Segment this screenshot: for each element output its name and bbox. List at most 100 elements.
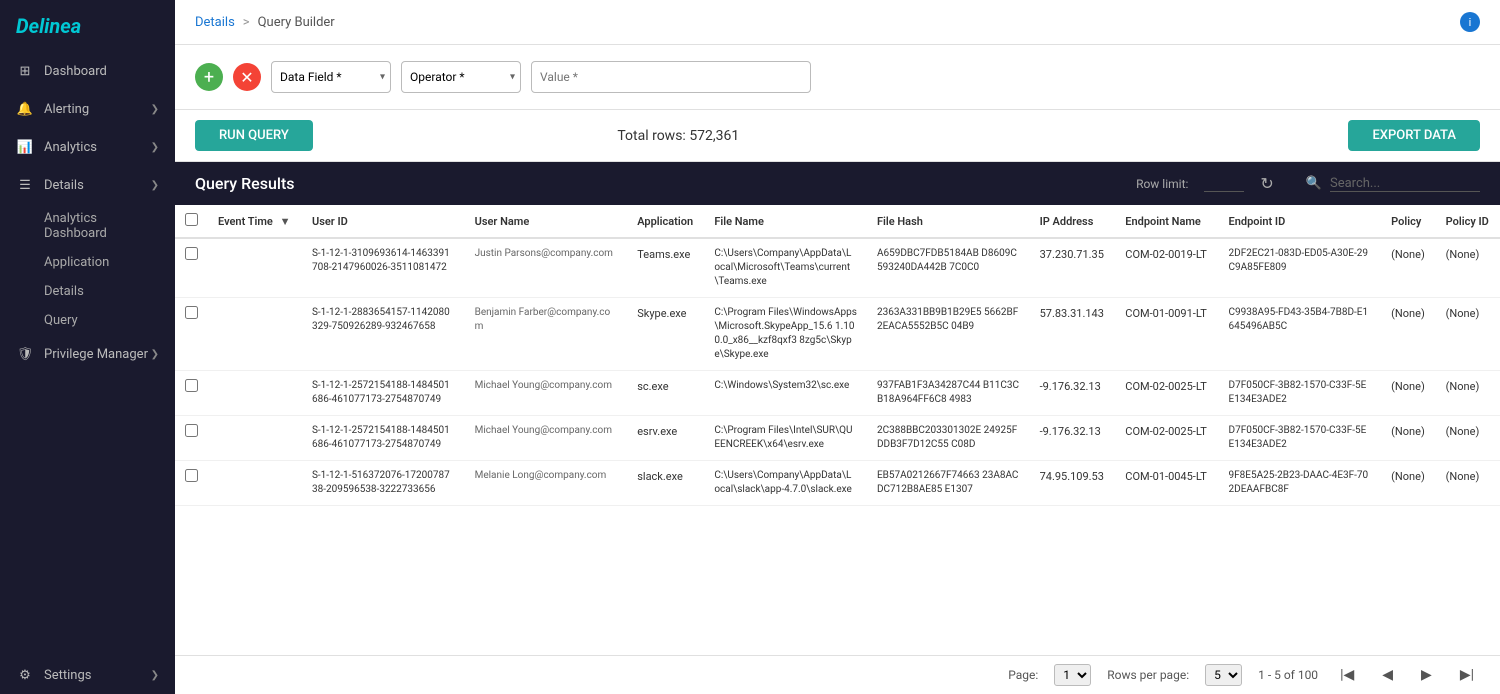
cell-policy-0: (None) — [1381, 238, 1436, 298]
chevron-privilege: ❯ — [151, 349, 159, 360]
operator-select[interactable]: Operator * — [401, 61, 521, 93]
table-row: S-1-12-1-2572154188-1484501686-461077173… — [175, 416, 1500, 461]
value-input[interactable] — [531, 61, 811, 93]
cell-file-name-2: C:\Windows\System32\sc.exe — [704, 371, 867, 416]
cell-user-name-1: Benjamin Farber@company.com — [465, 298, 628, 371]
run-query-button[interactable]: RUN QUERY — [195, 120, 313, 151]
col-ip-address: IP Address — [1030, 205, 1116, 238]
details-icon: ☰ — [16, 176, 34, 194]
row-checkbox-cell — [175, 298, 208, 371]
cell-application-2: sc.exe — [627, 371, 704, 416]
table-wrap: Event Time ▼ User ID User Name Applicati… — [175, 205, 1500, 655]
cell-policy-id-1: (None) — [1436, 298, 1500, 371]
add-filter-button[interactable]: + — [195, 63, 223, 91]
sidebar-sub-details[interactable]: Details — [0, 277, 175, 306]
cell-file-hash-2: 937FAB1F3A34287C44 B11C3CB18A964FF6C8 49… — [867, 371, 1030, 416]
col-file-hash: File Hash — [867, 205, 1030, 238]
next-page-button[interactable]: ▶ — [1415, 665, 1438, 685]
data-field-select-wrap: Data Field * — [271, 61, 391, 93]
cell-endpoint-id-1: C9938A95-FD43-35B4-7B8D-E1645496AB5C — [1219, 298, 1382, 371]
col-policy-id: Policy ID — [1436, 205, 1500, 238]
data-field-select[interactable]: Data Field * — [271, 61, 391, 93]
cell-endpoint-name-4: COM-01-0045-LT — [1115, 461, 1218, 506]
col-user-id: User ID — [302, 205, 465, 238]
chevron-alerting: ❯ — [151, 104, 159, 115]
last-page-button[interactable]: ▶| — [1454, 665, 1480, 685]
table-row: S-1-12-1-2883654157-1142080329-750926289… — [175, 298, 1500, 371]
cell-ip-address-1: 57.83.31.143 — [1030, 298, 1116, 371]
cell-user-id-2: S-1-12-1-2572154188-1484501686-461077173… — [302, 371, 465, 416]
row-checkbox-1[interactable] — [185, 306, 198, 319]
cell-event-time-2 — [208, 371, 302, 416]
cell-application-0: Teams.exe — [627, 238, 704, 298]
breadcrumb-current: Query Builder — [258, 15, 335, 30]
prev-page-button[interactable]: ◀ — [1376, 665, 1399, 685]
remove-filter-button[interactable]: ✕ — [233, 63, 261, 91]
page-select[interactable]: 1 — [1054, 664, 1091, 686]
row-checkbox-cell — [175, 238, 208, 298]
sidebar-item-analytics[interactable]: 📊 Analytics ❯ — [0, 128, 175, 166]
export-data-button[interactable]: EXPORT DATA — [1348, 120, 1480, 151]
cell-ip-address-2: -9.176.32.13 — [1030, 371, 1116, 416]
cell-application-4: slack.exe — [627, 461, 704, 506]
results-title: Query Results — [195, 174, 295, 193]
cell-endpoint-id-4: 9F8E5A25-2B23-DAAC-4E3F-702DEAAFBC8F — [1219, 461, 1382, 506]
row-checkbox-2[interactable] — [185, 379, 198, 392]
rows-per-page-select[interactable]: 5 — [1205, 664, 1242, 686]
search-input[interactable] — [1330, 176, 1480, 192]
first-page-button[interactable]: |◀ — [1334, 665, 1360, 685]
table-row: S-1-12-1-2572154188-1484501686-461077173… — [175, 371, 1500, 416]
info-icon[interactable]: i — [1460, 12, 1480, 32]
table-row: S-1-12-1-3109693614-1463391708-214796002… — [175, 238, 1500, 298]
col-endpoint-name: Endpoint Name — [1115, 205, 1218, 238]
sidebar-item-privilege-manager[interactable]: 🛡 Privilege Manager ❯ — [0, 335, 175, 373]
cell-policy-4: (None) — [1381, 461, 1436, 506]
operator-select-wrap: Operator * — [401, 61, 521, 93]
chevron-analytics: ❯ — [151, 142, 159, 153]
row-checkbox-3[interactable] — [185, 424, 198, 437]
cell-endpoint-id-2: D7F050CF-3B82-1570-C33F-5EE134E3ADE2 — [1219, 371, 1382, 416]
results-header: Query Results Row limit: 100 ↻ 🔍 — [175, 162, 1500, 205]
cell-user-id-0: S-1-12-1-3109693614-1463391708-214796002… — [302, 238, 465, 298]
cell-file-name-0: C:\Users\Company\AppData\Local\Microsoft… — [704, 238, 867, 298]
cell-event-time-1 — [208, 298, 302, 371]
cell-ip-address-3: -9.176.32.13 — [1030, 416, 1116, 461]
sidebar-sub-analytics-dashboard[interactable]: Analytics Dashboard — [0, 204, 175, 248]
cell-application-1: Skype.exe — [627, 298, 704, 371]
action-bar: RUN QUERY Total rows: 572,361 EXPORT DAT… — [175, 110, 1500, 162]
cell-event-time-0 — [208, 238, 302, 298]
cell-event-time-3 — [208, 416, 302, 461]
sidebar-sub-application[interactable]: Application — [0, 248, 175, 277]
sidebar-item-alerting[interactable]: 🔔 Alerting ❯ — [0, 90, 175, 128]
row-limit-input[interactable]: 100 — [1204, 175, 1244, 192]
row-checkbox-4[interactable] — [185, 469, 198, 482]
row-checkbox-0[interactable] — [185, 247, 198, 260]
sidebar-item-dashboard[interactable]: ⊞ Dashboard — [0, 52, 175, 90]
col-endpoint-id: Endpoint ID — [1219, 205, 1382, 238]
sidebar-sub-query[interactable]: Query — [0, 306, 175, 335]
sidebar: Delinea ⊞ Dashboard 🔔 Alerting ❯ 📊 Analy… — [0, 0, 175, 694]
page-range-info: 1 - 5 of 100 — [1258, 668, 1318, 682]
breadcrumb-parent[interactable]: Details — [195, 15, 235, 30]
cell-policy-id-0: (None) — [1436, 238, 1500, 298]
dashboard-icon: ⊞ — [16, 62, 34, 80]
cell-policy-id-4: (None) — [1436, 461, 1500, 506]
results-section: Query Results Row limit: 100 ↻ 🔍 Event T… — [175, 162, 1500, 694]
topbar: Details > Query Builder i — [175, 0, 1500, 45]
main-content: Details > Query Builder i + ✕ Data Field… — [175, 0, 1500, 694]
rows-per-page-label: Rows per page: — [1107, 668, 1189, 682]
cell-file-hash-0: A659DBC7FDB5184AB D8609C593240DA442B 7C0… — [867, 238, 1030, 298]
col-policy: Policy — [1381, 205, 1436, 238]
search-icon: 🔍 — [1306, 176, 1322, 191]
cell-endpoint-id-0: 2DF2EC21-083D-ED05-A30E-29C9A85FE809 — [1219, 238, 1382, 298]
cell-user-name-4: Melanie Long@company.com — [465, 461, 628, 506]
select-all-checkbox[interactable] — [185, 213, 198, 226]
col-user-name: User Name — [465, 205, 628, 238]
row-checkbox-cell — [175, 416, 208, 461]
refresh-button[interactable]: ↻ — [1260, 174, 1273, 193]
cell-user-id-1: S-1-12-1-2883654157-1142080329-750926289… — [302, 298, 465, 371]
sidebar-item-details[interactable]: ☰ Details ❯ — [0, 166, 175, 204]
col-event-time[interactable]: Event Time ▼ — [208, 205, 302, 238]
sidebar-item-settings[interactable]: ⚙ Settings ❯ — [0, 656, 175, 694]
results-table: Event Time ▼ User ID User Name Applicati… — [175, 205, 1500, 506]
